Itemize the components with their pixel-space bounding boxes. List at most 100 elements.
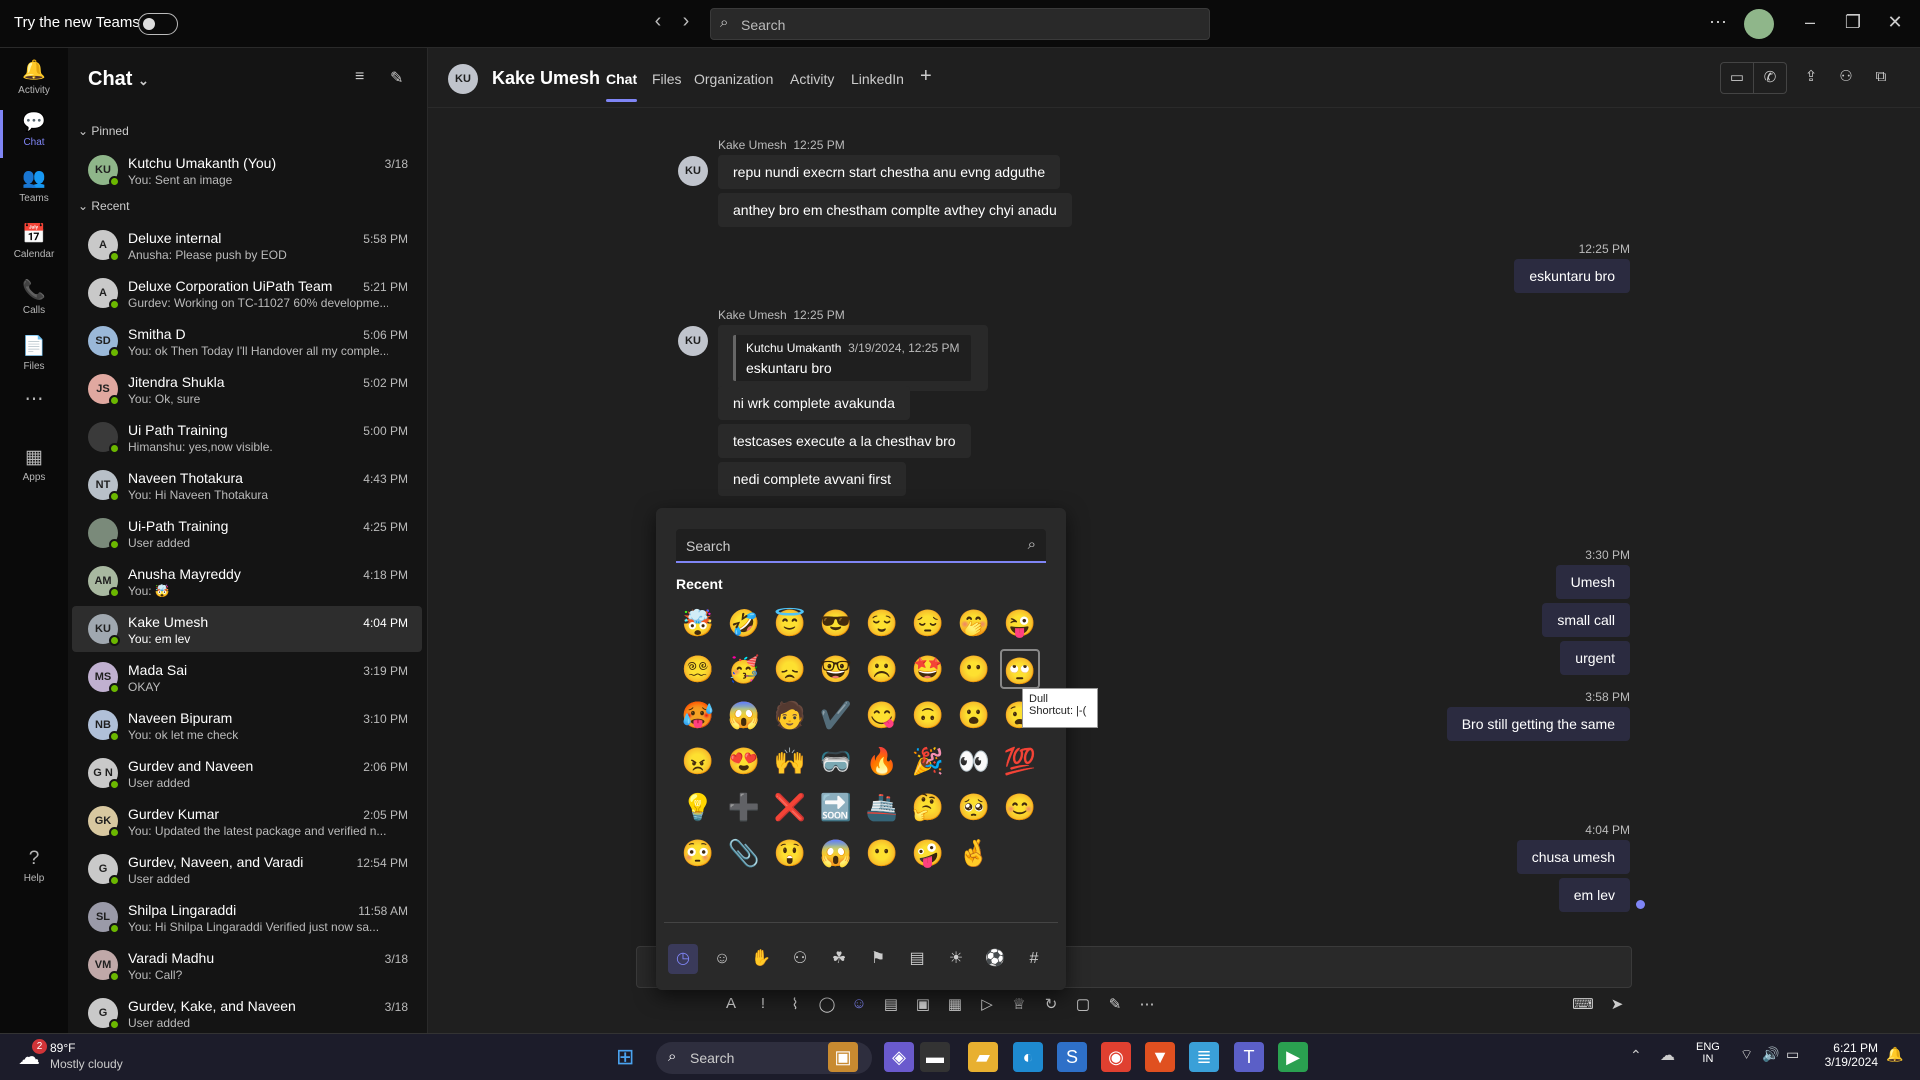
- onedrive-icon[interactable]: ☁: [1660, 1046, 1675, 1064]
- smile-icon[interactable]: ☺: [707, 944, 737, 974]
- message-bubble[interactable]: anthey bro em chestham complte avthey ch…: [718, 193, 1072, 227]
- chat-list-item[interactable]: SD Smitha D You: ok Then Today I'll Handov…: [72, 318, 422, 364]
- emoji-option[interactable]: 😱: [724, 695, 764, 735]
- chat-list-item[interactable]: A Deluxe internal Anusha: Please push by E…: [72, 222, 422, 268]
- forward-arrow-icon[interactable]: ›: [674, 10, 698, 33]
- quoted-message[interactable]: Kutchu Umakanth 3/19/2024, 12:25 PM esku…: [733, 335, 971, 381]
- top-search-input[interactable]: ⌕ Search: [710, 8, 1210, 40]
- volume-icon[interactable]: 🔊: [1762, 1046, 1779, 1063]
- chevron-up-icon[interactable]: ⌃: [1630, 1047, 1642, 1064]
- animal-icon[interactable]: ☘: [824, 944, 854, 974]
- brave-icon[interactable]: ▼: [1145, 1042, 1175, 1072]
- rail-more[interactable]: ⋯: [0, 388, 68, 414]
- chat-list-title[interactable]: Chat ⌄: [88, 68, 149, 91]
- building-icon[interactable]: ▤: [902, 944, 932, 974]
- ball-icon[interactable]: ⚽: [980, 944, 1010, 974]
- chat-list-item[interactable]: JS Jitendra Shukla You: Ok, sure 5:02 PM: [72, 366, 422, 412]
- briefcase-icon[interactable]: ▣: [828, 1042, 858, 1072]
- share-screen-icon[interactable]: ⇪: [1794, 62, 1828, 94]
- language-indicator[interactable]: ENG IN: [1696, 1041, 1720, 1065]
- emoji-option[interactable]: 🚢: [862, 787, 902, 827]
- my-message-bubble[interactable]: em lev: [1558, 878, 1630, 912]
- more-options-icon[interactable]: ⋯: [1703, 12, 1733, 33]
- emoji-option[interactable]: 🥽: [816, 741, 856, 781]
- emoji-option[interactable]: 🔜: [816, 787, 856, 827]
- my-message-bubble[interactable]: small call: [1542, 603, 1630, 637]
- emoji-option[interactable]: 😌: [862, 603, 902, 643]
- user-avatar[interactable]: [1744, 9, 1774, 39]
- rail-teams[interactable]: 👥 Teams: [0, 166, 68, 204]
- rail-calls[interactable]: 📞 Calls: [0, 278, 68, 316]
- emoji-option[interactable]: 😜: [1000, 603, 1040, 643]
- rail-chat[interactable]: 💬 Chat: [0, 110, 68, 158]
- message-bubble[interactable]: repu nundi execrn start chestha anu evng…: [718, 155, 1061, 189]
- audio-call-icon[interactable]: ✆: [1753, 62, 1787, 94]
- chat-list-item[interactable]: A Deluxe Corporation UiPath Team Gurdev: W…: [72, 270, 422, 316]
- my-message-bubble[interactable]: Umesh: [1555, 565, 1630, 599]
- minimize-icon[interactable]: –: [1795, 12, 1825, 33]
- emoji-option[interactable]: 💯: [1000, 741, 1040, 781]
- add-people-icon[interactable]: ⚇: [1829, 62, 1863, 94]
- emoji-option[interactable]: 👀: [954, 741, 994, 781]
- video-call-icon[interactable]: ▭: [1720, 62, 1754, 94]
- sticky-icon[interactable]: S: [1057, 1042, 1087, 1072]
- new-chat-icon[interactable]: ✎: [390, 68, 403, 88]
- add-tab-icon[interactable]: +: [920, 65, 932, 88]
- emoji-option[interactable]: 😮: [954, 695, 994, 735]
- emoji-option[interactable]: 🙃: [908, 695, 948, 735]
- chat-list-item[interactable]: SL Shilpa Lingaraddi You: Hi Shilpa Lingar…: [72, 894, 422, 940]
- chrome-icon[interactable]: ◉: [1101, 1042, 1131, 1072]
- flag-icon[interactable]: ⚑: [863, 944, 893, 974]
- people-icon[interactable]: ⚇: [785, 944, 815, 974]
- gif-icon[interactable]: ▤: [878, 995, 904, 1013]
- restore-icon[interactable]: ❐: [1838, 12, 1868, 33]
- emoji-option[interactable]: 😎: [816, 603, 856, 643]
- pinned-section-label[interactable]: ⌄ Pinned: [78, 124, 129, 138]
- emoji-option[interactable]: 📎: [724, 833, 764, 873]
- emoji-option[interactable]: 😳: [678, 833, 718, 873]
- pop-out-icon[interactable]: ⧉: [1864, 62, 1898, 94]
- chat-list-item[interactable]: GK Gurdev Kumar You: Updated the latest pa…: [72, 798, 422, 844]
- rail-files[interactable]: 📄 Files: [0, 334, 68, 372]
- chat-list-item[interactable]: NT Naveen Thotakura You: Hi Naveen Thotaku…: [72, 462, 422, 508]
- apps-icon[interactable]: ▢: [1070, 995, 1096, 1013]
- notification-icon[interactable]: 🔔: [1886, 1046, 1903, 1063]
- chat-list-item[interactable]: G Gurdev, Kake, and Naveen User added 3/18: [72, 990, 422, 1036]
- recent-section-label[interactable]: ⌄ Recent: [78, 199, 129, 213]
- emoji-option[interactable]: 😞: [770, 649, 810, 689]
- emoji-option[interactable]: 💡: [678, 787, 718, 827]
- priority-icon[interactable]: !: [750, 995, 776, 1012]
- more-options-icon[interactable]: ⋯: [1134, 995, 1160, 1013]
- emoji-option[interactable]: 🤞: [954, 833, 994, 873]
- emoji-option[interactable]: 😍: [724, 741, 764, 781]
- emoji-search-input[interactable]: Search ⌕: [676, 529, 1046, 563]
- message-bubble[interactable]: testcases execute a la chesthav bro: [718, 424, 971, 458]
- emoji-option[interactable]: 😇: [770, 603, 810, 643]
- back-arrow-icon[interactable]: ‹: [646, 10, 670, 33]
- emoji-option[interactable]: 😲: [770, 833, 810, 873]
- chat-list-item[interactable]: KU Kutchu Umakanth (You) You: Sent an imag…: [72, 147, 422, 193]
- message-bubble[interactable]: nedi complete avvani first: [718, 462, 906, 496]
- chat-list-item[interactable]: VM Varadi Madhu You: Call? 3/18: [72, 942, 422, 988]
- emoji-option[interactable]: 🤔: [908, 787, 948, 827]
- schedule-icon[interactable]: ▦: [942, 995, 968, 1013]
- tab-activity[interactable]: Activity: [790, 71, 834, 87]
- my-message-bubble[interactable]: urgent: [1560, 641, 1630, 675]
- chat-list-item[interactable]: KU Kake Umesh You: em lev 4:04 PM: [72, 606, 422, 652]
- chat-list-item[interactable]: Ui-Path Training User added 4:25 PM: [72, 510, 422, 556]
- tab-linkedin[interactable]: LinkedIn: [851, 71, 904, 87]
- emoji-option[interactable]: 🤯: [678, 603, 718, 643]
- emoji-option[interactable]: 🥺: [954, 787, 994, 827]
- edge-icon[interactable]: ◐: [1013, 1042, 1043, 1072]
- emoji-option[interactable]: ✔️: [816, 695, 856, 735]
- message-bubble[interactable]: ni wrk complete avakunda: [718, 386, 910, 420]
- emoji-option[interactable]: 😱: [816, 833, 856, 873]
- dictate-icon[interactable]: ⌨: [1570, 995, 1596, 1013]
- chat-list-item[interactable]: AM Anusha Mayreddy You: 🤯 4:18 PM: [72, 558, 422, 604]
- notepad-icon[interactable]: ≣: [1189, 1042, 1219, 1072]
- rail-activity[interactable]: 🔔 Activity: [0, 58, 68, 96]
- loop-icon[interactable]: ◯: [814, 995, 840, 1013]
- refresh-icon[interactable]: ↻: [1038, 995, 1064, 1013]
- sticker-icon[interactable]: ▣: [910, 995, 936, 1013]
- symbol-icon[interactable]: #: [1019, 944, 1049, 974]
